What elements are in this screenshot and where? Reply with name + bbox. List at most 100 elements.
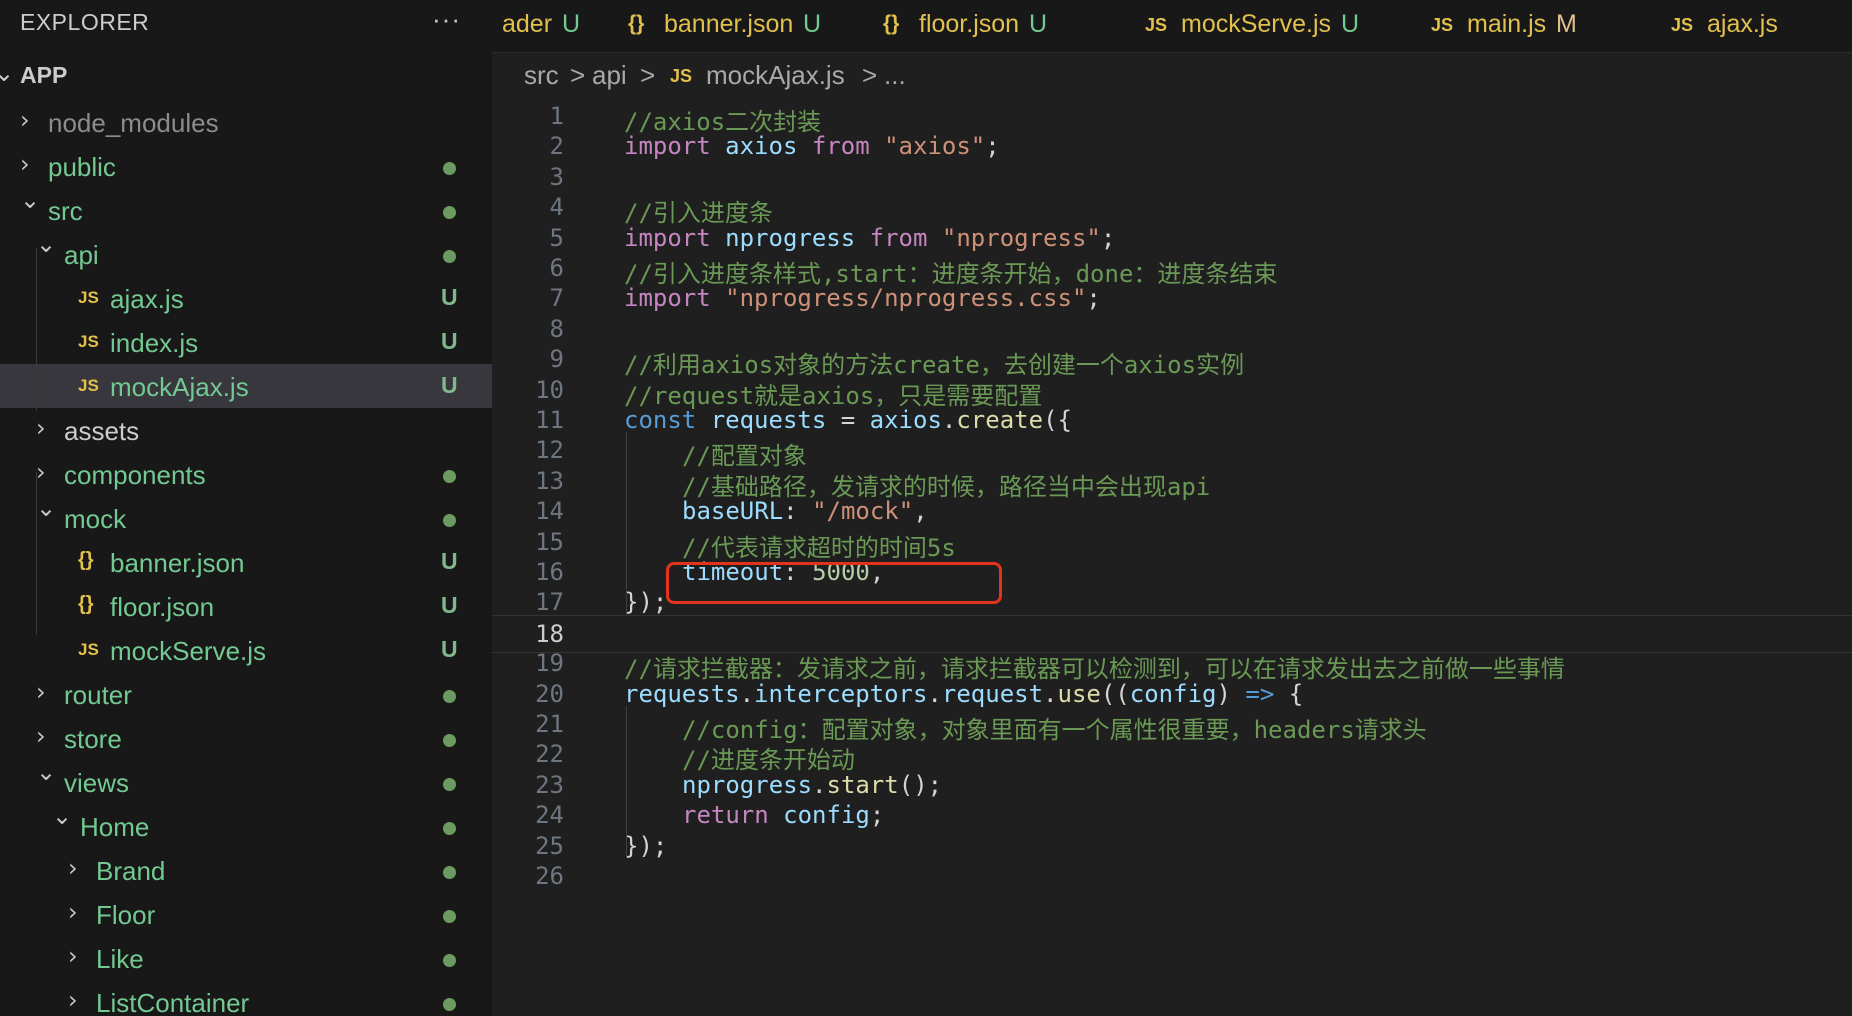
- tree-item-src[interactable]: ⌄ src: [0, 186, 492, 232]
- git-status-badge: U: [441, 548, 458, 574]
- breadcrumb-separator: >: [570, 60, 586, 90]
- js-file-icon: JS: [1145, 15, 1168, 35]
- breadcrumb-item-file[interactable]: mockAjax.js: [706, 60, 845, 91]
- code-line[interactable]: 26: [492, 858, 1852, 894]
- tree-item-label: router: [64, 680, 132, 710]
- code-text: const requests = axios.create({: [624, 406, 1072, 434]
- line-number: 17: [535, 588, 564, 617]
- tree-item-public[interactable]: › public: [0, 144, 492, 188]
- code-token: ;: [985, 132, 1000, 161]
- editor-tab-ader[interactable]: ader U: [492, 0, 603, 52]
- code-token: baseURL: [682, 497, 784, 526]
- chevron-right-icon: ›: [68, 854, 78, 882]
- editor-tab-ajax-js[interactable]: JS ajax.js: [1645, 0, 1852, 52]
- tree-item-label: ListContainer: [96, 988, 250, 1016]
- code-editor[interactable]: 1//axios二次封装 2 import axios from "axios"; 3…: [492, 98, 1852, 1016]
- code-token: const: [624, 406, 697, 434]
- git-status-dot: [443, 734, 456, 747]
- tree-item-listcontainer[interactable]: › ListContainer: [0, 980, 492, 1016]
- code-token: use: [1057, 679, 1101, 708]
- code-token: ();: [898, 770, 943, 799]
- tab-git-status: U: [803, 10, 822, 38]
- tree-item-label: components: [64, 460, 206, 490]
- tree-item-banner-json[interactable]: {} banner.json U: [0, 540, 492, 584]
- tree-item-assets[interactable]: › assets: [0, 408, 492, 452]
- code-token: :: [783, 497, 813, 526]
- tree-item-ajax-js[interactable]: JS ajax.js U: [0, 276, 492, 320]
- chevron-down-icon: ⌄: [0, 60, 15, 87]
- tree-item-like[interactable]: › Like: [0, 936, 492, 980]
- line-number: 25: [535, 831, 564, 860]
- js-file-icon: JS: [1671, 15, 1694, 35]
- code-token: requests: [624, 679, 740, 708]
- code-token: "axios": [884, 132, 986, 161]
- code-token: });: [624, 831, 668, 860]
- code-text: });: [624, 832, 667, 860]
- breadcrumb-item-more[interactable]: ...: [884, 60, 906, 91]
- explorer-header: EXPLORER ···: [0, 0, 492, 42]
- js-file-icon: JS: [78, 640, 99, 659]
- line-number: 22: [535, 740, 564, 769]
- git-status-dot: [443, 250, 456, 263]
- tab-git-status: U: [1029, 10, 1048, 38]
- line-number: 20: [535, 679, 564, 708]
- tree-item-label: api: [64, 240, 99, 270]
- editor-tab-banner-json[interactable]: {} banner.json U: [602, 0, 858, 52]
- breadcrumb-item-src[interactable]: src: [524, 60, 559, 91]
- tree-item-brand[interactable]: › Brand: [0, 848, 492, 892]
- tree-item-label: views: [64, 768, 130, 798]
- code-token: create: [956, 406, 1044, 434]
- tree-item-mockajax-js[interactable]: JS mockAjax.js U: [0, 364, 492, 408]
- tab-label: mockServe.js: [1181, 10, 1332, 38]
- tree-item-floor-json[interactable]: {} floor.json U: [0, 584, 492, 628]
- tree-item-floor[interactable]: › Floor: [0, 892, 492, 936]
- chevron-down-icon: ⌄: [20, 186, 41, 214]
- tab-git-status: U: [562, 10, 581, 38]
- code-token: axios: [725, 132, 798, 161]
- code-token: ;: [1086, 284, 1101, 313]
- tree-item-mock[interactable]: ⌄ mock: [0, 494, 492, 540]
- code-token: ;: [1100, 223, 1116, 252]
- tree-item-label: Home: [80, 812, 150, 842]
- code-token: import: [624, 223, 711, 252]
- editor-tab-mockserve-js[interactable]: JS mockServe.js U: [1119, 0, 1406, 52]
- tree-item-store[interactable]: › store: [0, 716, 492, 760]
- tree-item-label: mockAjax.js: [110, 372, 249, 402]
- git-status-dot: [443, 822, 456, 835]
- code-token: .: [812, 770, 827, 799]
- code-text: nprogress.start();: [682, 771, 942, 799]
- chevron-down-icon: ⌄: [36, 758, 57, 786]
- git-status-dot: [443, 470, 456, 483]
- git-status-dot: [443, 514, 456, 527]
- editor-tab-main-js[interactable]: JS main.js M: [1405, 0, 1646, 52]
- tree-item-index-js[interactable]: JS index.js U: [0, 320, 492, 364]
- breadcrumb-separator: >: [640, 60, 656, 90]
- code-token: nprogress: [682, 770, 813, 799]
- line-number: 15: [535, 527, 564, 556]
- git-status-dot: [443, 206, 456, 219]
- git-status-dot: [443, 954, 456, 967]
- line-number: 3: [549, 162, 564, 191]
- tree-item-api[interactable]: ⌄ api: [0, 230, 492, 276]
- code-token: .: [1043, 679, 1058, 708]
- editor-tab-floor-json[interactable]: {} floor.json U: [857, 0, 1120, 52]
- tree-item-router[interactable]: › router: [0, 672, 492, 716]
- more-actions-icon[interactable]: ···: [432, 4, 461, 35]
- tree-item-label: Brand: [96, 856, 166, 886]
- tree-item-components[interactable]: › components: [0, 452, 492, 496]
- tree-item-views[interactable]: ⌄ views: [0, 758, 492, 804]
- code-token: return: [682, 801, 769, 830]
- tree-root-app[interactable]: ⌄ APP: [0, 56, 492, 96]
- tree-item-home[interactable]: ⌄ Home: [0, 802, 492, 848]
- breadcrumb-item-api[interactable]: api: [592, 60, 627, 91]
- tree-item-node-modules[interactable]: › node_modules: [0, 100, 492, 144]
- tree-item-label: banner.json: [110, 548, 245, 578]
- line-number: 18: [535, 619, 564, 648]
- line-number: 11: [535, 406, 564, 434]
- chevron-down-icon: ⌄: [36, 494, 57, 522]
- tree-item-mockserve-js[interactable]: JS mockServe.js U: [0, 628, 492, 672]
